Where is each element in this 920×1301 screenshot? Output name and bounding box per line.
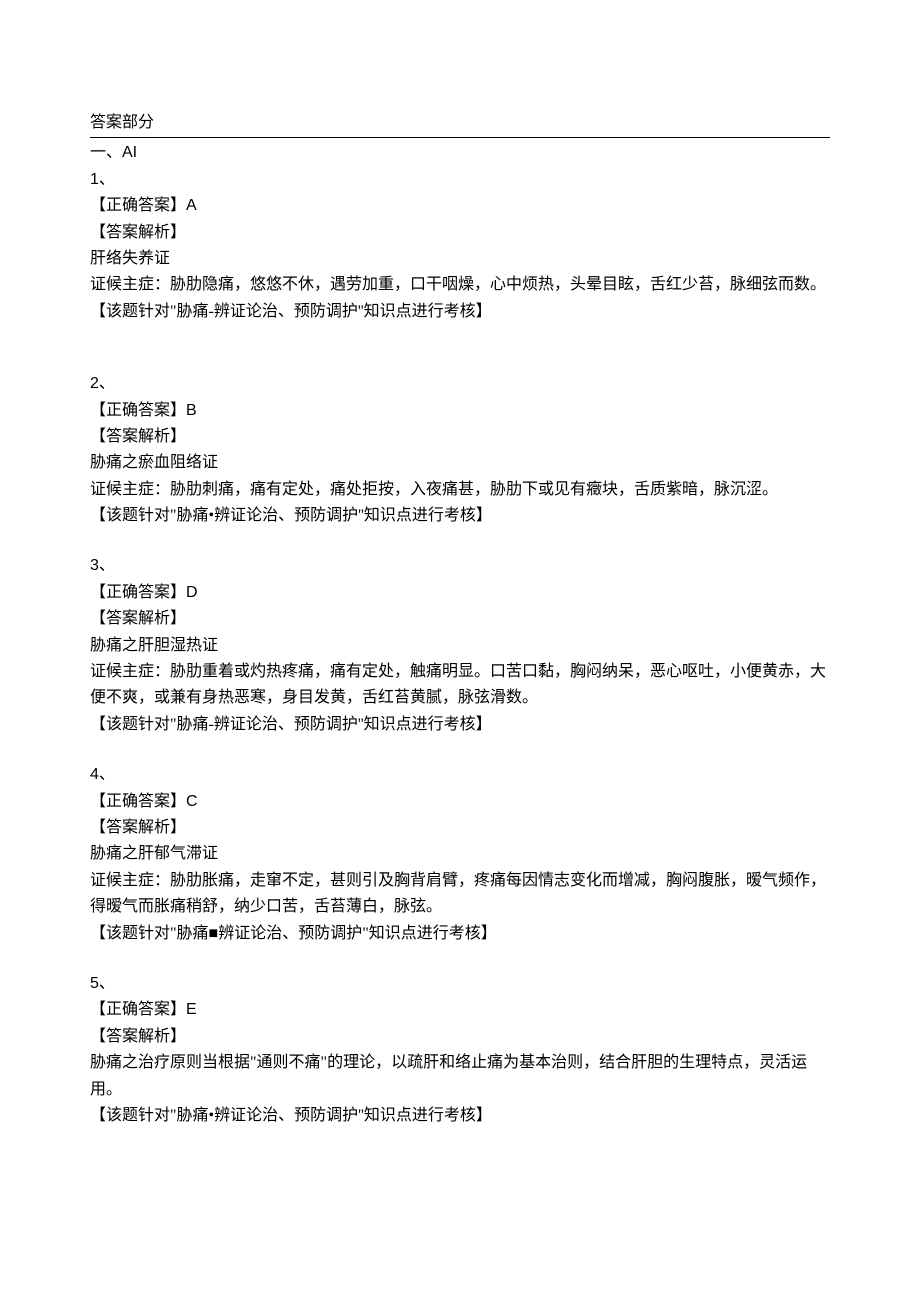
question-number: 2、: [90, 375, 115, 392]
syndrome-name: 胁痛之肝郁气滞证: [90, 841, 830, 867]
answers-title: 答案部分: [90, 114, 154, 131]
correct-answer-label: 【正确答案】: [90, 197, 186, 214]
knowledge-note: 【该题针对"胁痛-辨证论治、预防调护''知识点进行考核】: [90, 712, 830, 738]
symptoms-text: 证候主症：胁肋重着或灼热疼痛，痛有定处，触痛明显。口苦口黏，胸闷纳呆，恶心呕吐，…: [90, 659, 830, 712]
knowledge-note: 【该题针对"胁痛•辨证论治、预防调护''知识点进行考核】: [90, 1103, 830, 1129]
analysis-label: 【答案解析】: [90, 606, 830, 632]
symptoms-text: 证候主症：胁肋刺痛，痛有定处，痛处拒按，入夜痛甚，胁肋下或见有癥块，舌质紫暗，脉…: [90, 477, 830, 503]
analysis-label: 【答案解析】: [90, 1024, 830, 1050]
section-header: 一、AI: [90, 140, 830, 166]
knowledge-note: 【该题针对"胁痛•辨证论治、预防调护''知识点进行考核】: [90, 503, 830, 529]
question-number: 1、: [90, 171, 115, 188]
question-number: 4、: [90, 766, 115, 783]
syndrome-name: 胁痛之肝胆湿热证: [90, 633, 830, 659]
analysis-label: 【答案解析】: [90, 424, 830, 450]
question-block: 1、 【正确答案】A 【答案解析】 肝络失养证 证候主症：胁肋隐痛，悠悠不休，遇…: [90, 167, 830, 325]
knowledge-note: 【该题针对"胁痛■辨证论治、预防调护"知识点进行考核】: [90, 921, 830, 947]
syndrome-name: 胁痛之瘀血阻络证: [90, 450, 830, 476]
correct-answer-value: C: [186, 793, 198, 810]
correct-answer-value: D: [186, 584, 198, 601]
correct-answer-label: 【正确答案】: [90, 1001, 186, 1018]
analysis-label: 【答案解析】: [90, 220, 830, 246]
correct-answer-label: 【正确答案】: [90, 793, 186, 810]
question-number: 5、: [90, 975, 115, 992]
analysis-label: 【答案解析】: [90, 815, 830, 841]
correct-answer-label: 【正确答案】: [90, 584, 186, 601]
correct-answer-value: E: [186, 1001, 197, 1018]
question-block: 4、 【正确答案】C 【答案解析】 胁痛之肝郁气滞证 证候主症：胁肋胀痛，走窜不…: [90, 762, 830, 947]
spacer: [90, 349, 830, 371]
question-block: 5、 【正确答案】E 【答案解析】 胁痛之治疗原则当根据"通则不痛"的理论，以疏…: [90, 971, 830, 1129]
correct-answer-value: B: [186, 402, 197, 419]
symptoms-text: 证候主症：胁肋隐痛，悠悠不休，遇劳加重，口干咽燥，心中烦热，头晕目眩，舌红少苔，…: [90, 272, 830, 298]
question-block: 3、 【正确答案】D 【答案解析】 胁痛之肝胆湿热证 证候主症：胁肋重着或灼热疼…: [90, 553, 830, 738]
symptoms-text: 胁痛之治疗原则当根据"通则不痛"的理论，以疏肝和络止痛为基本治则，结合肝胆的生理…: [90, 1050, 830, 1103]
correct-answer-value: A: [186, 197, 197, 214]
answers-title-row: 答案部分: [90, 110, 830, 138]
syndrome-name: 肝络失养证: [90, 246, 830, 272]
knowledge-note: 【该题针对"胁痛-辨证论治、预防调护''知识点进行考核】: [90, 299, 830, 325]
question-block: 2、 【正确答案】B 【答案解析】 胁痛之瘀血阻络证 证候主症：胁肋刺痛，痛有定…: [90, 371, 830, 529]
question-number: 3、: [90, 557, 115, 574]
symptoms-text: 证候主症：胁肋胀痛，走窜不定，甚则引及胸背肩臂，疼痛每因情志变化而增减，胸闷腹胀…: [90, 868, 830, 921]
correct-answer-label: 【正确答案】: [90, 402, 186, 419]
